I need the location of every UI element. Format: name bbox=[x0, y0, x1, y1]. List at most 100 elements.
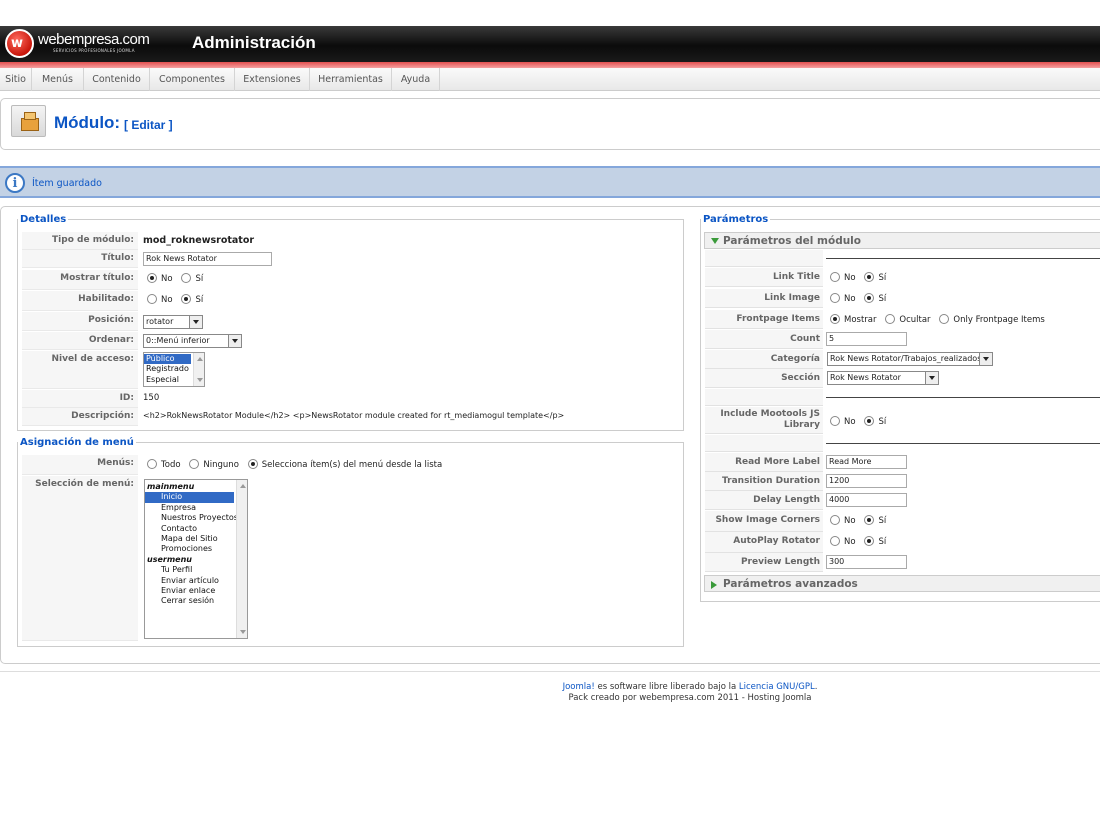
option-label: No bbox=[844, 516, 856, 526]
option-label: No bbox=[844, 537, 856, 547]
section-value: Rok News Rotator bbox=[830, 373, 901, 382]
menu-componentes[interactable]: Componentes bbox=[150, 68, 235, 91]
scrollbar[interactable] bbox=[236, 480, 247, 638]
license-link[interactable]: Licencia GNU/GPL bbox=[739, 682, 815, 692]
row-link-title: Link Title No Sí bbox=[705, 268, 1100, 287]
category-select[interactable]: Rok News Rotator/Trabajos_realizados bbox=[827, 352, 993, 366]
section-select[interactable]: Rok News Rotator bbox=[827, 371, 939, 385]
menu-contenido[interactable]: Contenido bbox=[84, 68, 150, 91]
link-title-si[interactable]: Sí bbox=[864, 272, 886, 283]
radio-icon bbox=[830, 515, 840, 525]
show-title-si[interactable]: Sí bbox=[181, 273, 203, 284]
frontpage-label: Frontpage Items bbox=[705, 310, 823, 329]
menu-selection-label: Selección de menú: bbox=[22, 476, 138, 641]
joomla-link[interactable]: Joomla! bbox=[563, 682, 595, 692]
module-params-header[interactable]: Parámetros del módulo bbox=[704, 232, 1100, 249]
option-label: Sí bbox=[195, 295, 204, 305]
radio-icon bbox=[864, 515, 875, 525]
footer-period: . bbox=[814, 682, 818, 692]
row-menus: Menús: Todo Ninguno Selecciona ítem(s) d… bbox=[22, 455, 672, 475]
category-label: Categoría bbox=[705, 350, 823, 369]
menu-extensiones[interactable]: Extensiones bbox=[235, 68, 310, 91]
row-seccion: Sección Rok News Rotator bbox=[705, 369, 1100, 388]
advanced-params-header[interactable]: Parámetros avanzados bbox=[704, 575, 1100, 592]
row-delay: Delay Length 4000 bbox=[705, 491, 1100, 510]
access-level-list[interactable]: Público Registrado Especial bbox=[143, 352, 205, 387]
advanced-params-title: Parámetros avanzados bbox=[723, 578, 858, 590]
menu-option[interactable]: Promociones bbox=[145, 544, 247, 554]
link-image-no[interactable]: No bbox=[830, 293, 856, 304]
menu-option[interactable]: Tu Perfil bbox=[145, 565, 247, 575]
row-posicion: Posición: rotator bbox=[22, 312, 672, 331]
enabled-si[interactable]: Sí bbox=[181, 294, 203, 305]
header-bar: w webempresa.com SERVICIOS PROFESIONALES… bbox=[0, 26, 1100, 62]
corners-si[interactable]: Sí bbox=[864, 515, 886, 526]
radio-icon bbox=[864, 293, 875, 303]
row-habilitado: Habilitado: No Sí bbox=[22, 291, 672, 311]
autoplay-no[interactable]: No bbox=[830, 536, 856, 547]
order-select[interactable]: 0::Menú inferior bbox=[143, 334, 242, 348]
mootools-si[interactable]: Sí bbox=[864, 416, 886, 427]
description-label: Descripción: bbox=[22, 408, 138, 426]
radio-icon bbox=[830, 293, 840, 303]
menus-todo[interactable]: Todo bbox=[147, 459, 181, 470]
footer-credit[interactable]: Pack creado por webempresa.com 2011 - Ho… bbox=[0, 693, 1100, 703]
option-label: Sí bbox=[195, 274, 204, 284]
option-label: Sí bbox=[878, 294, 887, 304]
link-title-label: Link Title bbox=[705, 268, 823, 287]
menu-option[interactable]: Empresa bbox=[145, 503, 247, 513]
show-title-no[interactable]: No bbox=[147, 273, 173, 284]
access-option[interactable]: Público bbox=[144, 354, 191, 365]
count-input[interactable]: 5 bbox=[826, 332, 907, 346]
menu-selection-list[interactable]: mainmenu Inicio Empresa Nuestros Proyect… bbox=[144, 479, 248, 639]
enabled-no[interactable]: No bbox=[147, 294, 173, 305]
menus-ninguno[interactable]: Ninguno bbox=[189, 459, 239, 470]
menu-option[interactable]: Inicio bbox=[145, 492, 234, 503]
autoplay-si[interactable]: Sí bbox=[864, 536, 886, 547]
menu-sitio[interactable]: Sitio bbox=[0, 68, 32, 91]
mootools-no[interactable]: No bbox=[830, 416, 856, 427]
link-title-no[interactable]: No bbox=[830, 272, 856, 283]
menus-label: Menús: bbox=[22, 455, 138, 475]
webempresa-logo-icon[interactable]: w bbox=[5, 29, 34, 58]
option-label: Sí bbox=[878, 417, 887, 427]
option-label: Only Frontpage Items bbox=[953, 315, 1045, 325]
menu-option[interactable]: Cerrar sesión bbox=[145, 596, 247, 606]
menu-option[interactable]: Enviar artículo bbox=[145, 576, 247, 586]
frontpage-only[interactable]: Only Frontpage Items bbox=[939, 314, 1045, 325]
page-subtitle: [ Editar ] bbox=[124, 118, 173, 132]
row-readmore: Read More Label Read More bbox=[705, 453, 1100, 472]
preview-input[interactable]: 300 bbox=[826, 555, 907, 569]
position-select[interactable]: rotator bbox=[143, 315, 203, 329]
main-menu-bar: Sitio Menús Contenido Componentes Extens… bbox=[0, 68, 1100, 91]
option-label: No bbox=[161, 274, 173, 284]
menu-option[interactable]: Nuestros Proyectos bbox=[145, 513, 247, 523]
corners-label: Show Image Corners bbox=[705, 511, 823, 532]
radio-icon bbox=[147, 273, 157, 283]
params-separator bbox=[826, 443, 1100, 444]
delay-input[interactable]: 4000 bbox=[826, 493, 907, 507]
frontpage-mostrar[interactable]: Mostrar bbox=[830, 314, 877, 325]
frontpage-ocultar[interactable]: Ocultar bbox=[885, 314, 931, 325]
readmore-input[interactable]: Read More bbox=[826, 455, 907, 469]
menu-option[interactable]: Mapa del Sitio bbox=[145, 534, 247, 544]
transition-input[interactable]: 1200 bbox=[826, 474, 907, 488]
count-label: Count bbox=[705, 330, 823, 349]
menu-option[interactable]: Enviar enlace bbox=[145, 586, 247, 596]
footer-text: es software libre liberado bajo la bbox=[594, 682, 739, 692]
option-label: Ninguno bbox=[203, 460, 239, 470]
radio-icon bbox=[181, 273, 192, 283]
radio-icon bbox=[939, 314, 950, 324]
corners-no[interactable]: No bbox=[830, 515, 856, 526]
menu-ayuda[interactable]: Ayuda bbox=[392, 68, 440, 91]
menu-menus[interactable]: Menús bbox=[32, 68, 84, 91]
menu-option[interactable]: Contacto bbox=[145, 524, 247, 534]
radio-icon bbox=[830, 536, 840, 546]
link-image-si[interactable]: Sí bbox=[864, 293, 886, 304]
scrollbar[interactable] bbox=[193, 353, 204, 386]
row-preview: Preview Length 300 bbox=[705, 553, 1100, 572]
menu-group: mainmenu bbox=[147, 482, 195, 491]
title-input[interactable]: Rok News Rotator bbox=[143, 252, 272, 266]
menus-selecciona[interactable]: Selecciona ítem(s) del menú desde la lis… bbox=[247, 459, 442, 470]
menu-herramientas[interactable]: Herramientas bbox=[310, 68, 392, 91]
